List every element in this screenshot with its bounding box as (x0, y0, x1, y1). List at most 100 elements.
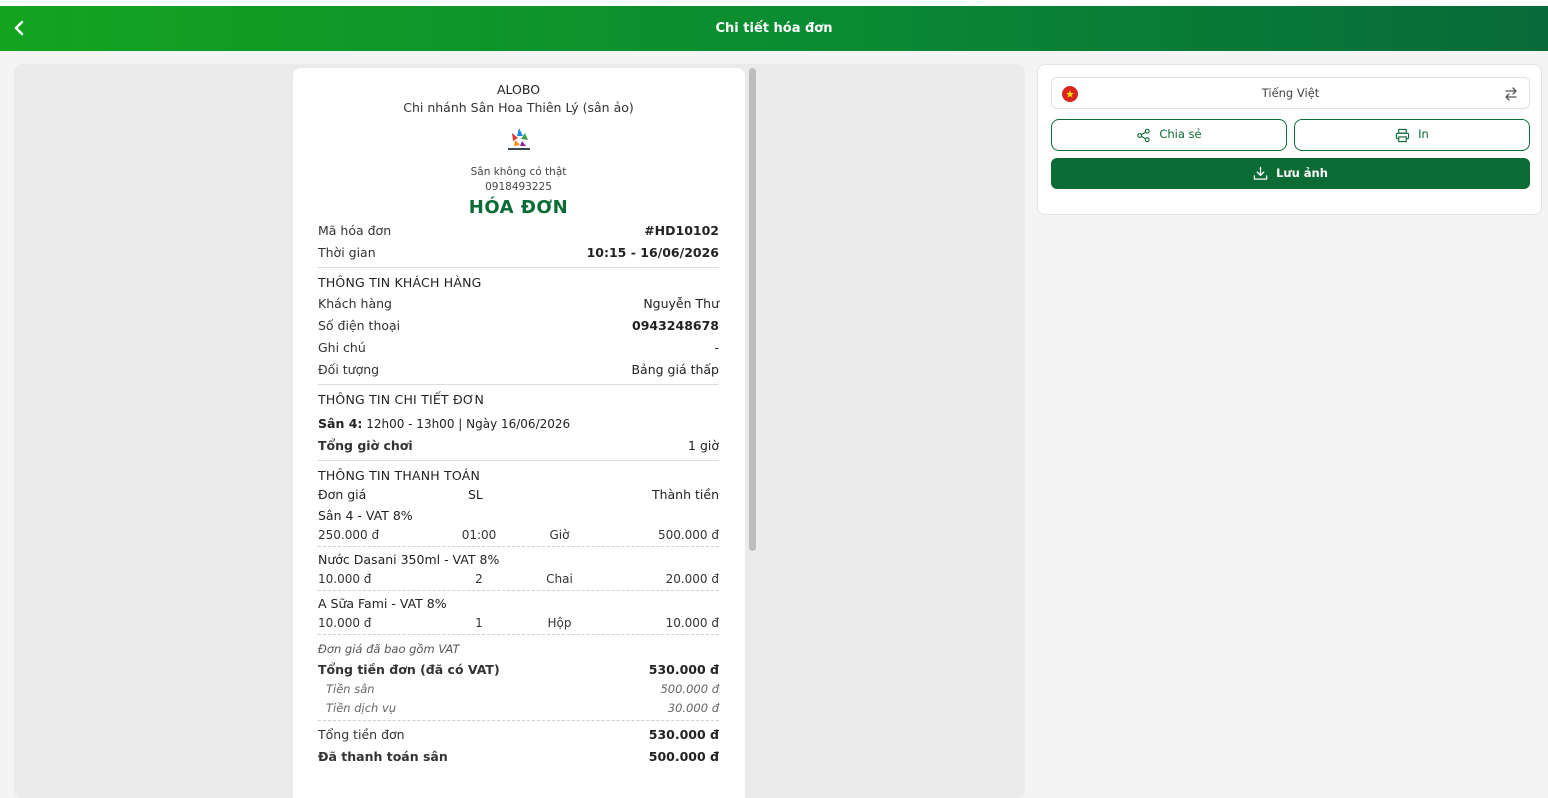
time-row: Thời gian 10:15 - 16/06/2026 (318, 242, 719, 264)
item-qty: 1 (475, 616, 483, 630)
item-total: 20.000 đ (665, 572, 719, 586)
order-total-vat-row: Tổng tiền đơn (đã có VAT) 530.000 đ (318, 660, 719, 680)
item-values: 10.000 đ 1 Hộp 10.000 đ (318, 614, 719, 632)
customer-label: Khách hàng (318, 296, 392, 311)
vietnam-flag-icon (1062, 86, 1078, 102)
col-qty: SL (468, 487, 483, 502)
receipt-title: HÓA ĐƠN (468, 197, 569, 218)
order-total-label: Tổng tiền đơn (318, 727, 405, 742)
order-total-vat: 530.000 đ (648, 662, 719, 677)
list-item: A Sữa Fami - VAT 8% 10.000 đ 1 Hộp 10.00… (318, 594, 719, 635)
time-label: Thời gian (318, 245, 376, 260)
share-icon (1137, 128, 1151, 142)
item-price: 10.000 đ (318, 616, 372, 630)
invoice-code-label: Mã hóa đơn (318, 223, 392, 238)
language-label: Tiếng Việt (1261, 86, 1320, 100)
divider (318, 590, 719, 591)
court-fee: 500.000 đ (660, 682, 719, 696)
note-row: Ghi chú - (318, 337, 719, 359)
back-button[interactable] (8, 16, 30, 40)
language-selector[interactable]: Tiếng Việt (1051, 77, 1530, 109)
total-hours-label: Tổng giờ chơi (318, 438, 413, 453)
item-name: A Sữa Fami - VAT 8% (318, 596, 447, 611)
share-label: Chia sẻ (1159, 127, 1202, 142)
print-button[interactable]: In (1294, 119, 1530, 151)
note-value: - (714, 340, 719, 355)
service-fee-row: Tiền dịch vụ 30.000 đ (318, 699, 719, 718)
item-name: Sân 4 - VAT 8% (318, 508, 413, 523)
item-unit: Chai (546, 572, 573, 586)
customer-phone-label: Số điện thoại (318, 318, 401, 333)
divider (318, 267, 719, 268)
item-qty: 2 (475, 572, 483, 586)
detail-section-title: THÔNG TIN CHI TIẾT ĐƠN (318, 392, 484, 407)
shop-name: ALOBO (496, 82, 541, 97)
receipt-preview-panel[interactable]: ALOBO Chi nhánh Sân Hoa Thiên Lý (sân ảo… (14, 64, 1025, 798)
total-hours: 1 giờ (688, 438, 719, 453)
download-icon (1253, 166, 1268, 180)
branch-name: Chi nhánh Sân Hoa Thiên Lý (sân ảo) (403, 100, 634, 115)
swap-icon (1505, 87, 1517, 101)
page-title: Chi tiết hóa đơn (715, 21, 833, 36)
item-name: Nước Dasani 350ml - VAT 8% (318, 552, 500, 567)
item-qty: 01:00 (461, 528, 497, 542)
court-time: 12h00 - 13h00 | Ngày 16/06/2026 (362, 417, 571, 431)
header-bar: Chi tiết hóa đơn (0, 6, 1548, 51)
shop-phone: 0918493225 (485, 181, 552, 193)
court-fee-label: Tiền sân (326, 682, 375, 696)
divider (318, 384, 719, 385)
court-fee-row: Tiền sân 500.000 đ (318, 680, 719, 699)
divider (318, 460, 719, 461)
chevron-left-icon (14, 20, 24, 36)
paid-court-row: Đã thanh toán sân 500.000 đ (318, 746, 719, 768)
court-name: Sân 4: (318, 416, 363, 431)
court-booking-row: Sân 4: 12h00 - 13h00 | Ngày 16/06/2026 (318, 413, 719, 435)
item-values: 250.000 đ 01:00 Giờ 500.000 đ (318, 526, 719, 544)
paid-court-label: Đã thanh toán sân (318, 749, 448, 764)
service-fee: 30.000 đ (667, 701, 719, 715)
total-hours-row: Tổng giờ chơi 1 giờ (318, 435, 719, 457)
list-item: Sân 4 - VAT 8% 250.000 đ 01:00 Giờ 500.0… (318, 506, 719, 547)
save-image-label: Lưu ảnh (1276, 165, 1328, 180)
invoice-time: 10:15 - 16/06/2026 (586, 245, 719, 260)
items-table-header: Đơn giá SL Thành tiền (318, 486, 719, 504)
customer-name: Nguyễn Thư (643, 296, 719, 311)
share-button[interactable]: Chia sẻ (1051, 119, 1287, 151)
vat-note: Đơn giá đã bao gồm VAT (318, 642, 460, 656)
order-total-row: Tổng tiền đơn 530.000 đ (318, 724, 719, 746)
printer-icon (1396, 128, 1410, 142)
paid-court: 500.000 đ (648, 749, 719, 764)
customer-row: Khách hàng Nguyễn Thư (318, 293, 719, 315)
order-total-vat-label: Tổng tiền đơn (đã có VAT) (318, 662, 500, 677)
invoice-code-row: Mã hóa đơn #HD10102 (318, 220, 719, 242)
item-values: 10.000 đ 2 Chai 20.000 đ (318, 570, 719, 588)
list-item: Nước Dasani 350ml - VAT 8% 10.000 đ 2 Ch… (318, 550, 719, 591)
col-price: Đơn giá (318, 487, 367, 502)
item-unit: Giờ (549, 528, 570, 542)
actions-panel: Tiếng Việt Chia sẻ In Lưu ảnh (1037, 64, 1542, 215)
save-image-button[interactable]: Lưu ảnh (1051, 158, 1530, 189)
receipt-scrollbar[interactable] (749, 68, 756, 551)
col-total: Thành tiền (651, 487, 719, 502)
item-price: 10.000 đ (318, 572, 372, 586)
object-label: Đối tượng (318, 362, 380, 377)
note-label: Ghi chú (318, 340, 366, 355)
shop-logo (507, 128, 530, 150)
payment-section-title: THÔNG TIN THANH TOÁN (318, 468, 480, 483)
invoice-code: #HD10102 (644, 223, 719, 238)
item-unit: Hộp (547, 616, 572, 630)
divider (318, 546, 719, 547)
item-total: 10.000 đ (665, 616, 719, 630)
receipt: ALOBO Chi nhánh Sân Hoa Thiên Lý (sân ảo… (293, 68, 745, 798)
print-label: In (1418, 127, 1429, 142)
item-total: 500.000 đ (657, 528, 719, 542)
divider (318, 720, 719, 721)
object-row: Đối tượng Bảng giá thấp (318, 359, 719, 381)
customer-section-title: THÔNG TIN KHÁCH HÀNG (318, 275, 482, 290)
shop-address: Sân không có thật (470, 166, 567, 178)
customer-phone: 0943248678 (632, 318, 719, 333)
order-total: 530.000 đ (648, 727, 719, 742)
object-value: Bảng giá thấp (631, 362, 719, 377)
divider (318, 634, 719, 635)
service-fee-label: Tiền dịch vụ (326, 701, 397, 715)
